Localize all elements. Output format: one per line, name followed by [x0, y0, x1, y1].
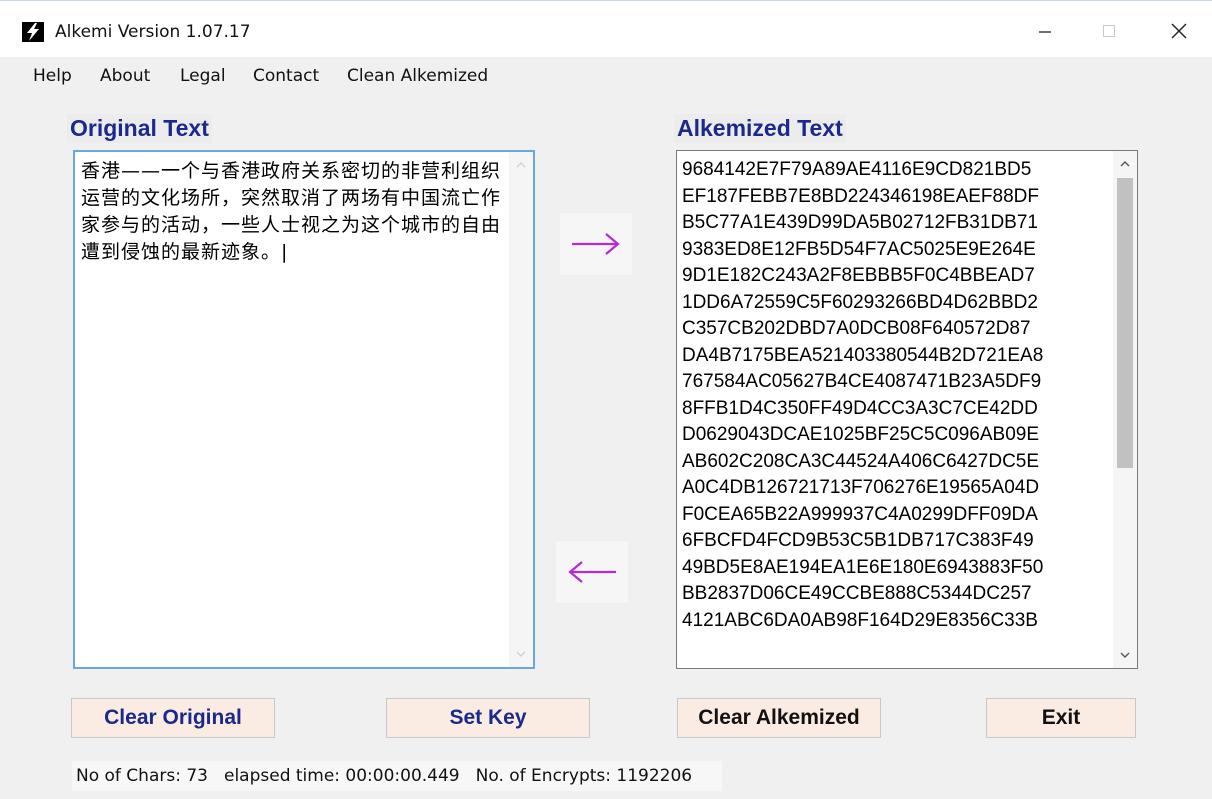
status-bar: No of Chars: 73 elapsed time: 00:00:00.4… — [72, 761, 722, 791]
elapsed-time: elapsed time: 00:00:00.449 — [223, 766, 460, 786]
maximize-button[interactable] — [1086, 11, 1132, 51]
alkemized-line: 9383ED8E12FB5D54F7AC5025E9E264E — [682, 238, 1036, 260]
alkemized-line: F0CEA65B22A999937C4A0299DFF09DA — [682, 503, 1038, 525]
clear-original-button[interactable]: Clear Original — [71, 698, 275, 738]
alkemized-text-content: 9684142E7F79A89AE4116E9CD821BD5 EF187FEBB… — [682, 157, 1112, 634]
menu-clean-alkemized[interactable]: Clean Alkemized — [347, 66, 488, 86]
menu-legal[interactable]: Legal — [180, 66, 226, 86]
scroll-up-icon[interactable] — [1113, 153, 1137, 175]
arrow-left-icon — [568, 561, 616, 583]
set-key-button[interactable]: Set Key — [386, 698, 590, 738]
alkemized-text-area[interactable]: 9684142E7F79A89AE4116E9CD821BD5 EF187FEBB… — [676, 150, 1138, 669]
alkemized-line: 6FBCFD4FCD9B53C5B1DB717C383F49 — [682, 530, 1034, 551]
menu-help[interactable]: Help — [33, 66, 72, 86]
alkemized-scrollbar[interactable] — [1113, 151, 1137, 668]
clear-alkemized-button[interactable]: Clear Alkemized — [677, 698, 881, 738]
alkemized-line: BB2837D06CE49CCBE888C5344DC257 — [682, 583, 1032, 604]
alkemized-line: B5C77A1E439D99DA5B02712FB31DB71 — [682, 212, 1038, 233]
minimize-button[interactable] — [1022, 11, 1068, 51]
alkemized-line: 1DD6A72559C5F60293266BD4D62BBD2 — [682, 291, 1038, 313]
alkemized-line: 9D1E182C243A2F8EBBB5F0C4BBEAD7 — [682, 265, 1035, 286]
window-title: Alkemi Version 1.07.17 — [55, 22, 251, 42]
alkemized-line: AB602C208CA3C44524A406C6427DC5E — [682, 450, 1040, 472]
encrypt-count: No. of Encrypts: 1192206 — [475, 766, 693, 786]
original-scrollbar[interactable] — [509, 152, 533, 667]
scroll-thumb[interactable] — [1117, 178, 1133, 468]
original-text-area[interactable]: 香港——一个与香港政府关系密切的非营利组织运营的文化场所，突然取消了两场有中国流… — [73, 150, 535, 669]
alkemized-line: 49BD5E8AE194EA1E6E180E6943883F50 — [682, 556, 1044, 578]
app-window: Alkemi Version 1.07.17 Help About Legal … — [0, 0, 1212, 799]
scroll-up-icon[interactable] — [509, 154, 533, 176]
alkemized-line: 4121ABC6DA0AB98F164D29E8356C33B — [682, 609, 1038, 631]
scroll-down-icon[interactable] — [1113, 644, 1137, 666]
minimize-icon — [1039, 31, 1051, 33]
close-button[interactable] — [1156, 11, 1202, 51]
alkemized-line: A0C4DB126721713F706276E19565A04D — [682, 477, 1040, 498]
alkemized-line: EF187FEBB7E8BD224346198EAEF88DF — [682, 185, 1039, 207]
close-icon — [1171, 23, 1187, 39]
arrow-right-icon — [572, 233, 620, 255]
decrypt-arrow-button[interactable] — [556, 541, 628, 603]
maximize-icon — [1103, 25, 1115, 37]
alkemized-line: 767584AC05627B4CE4087471B23A5DF9 — [682, 371, 1042, 392]
alkemized-text-label: Alkemized Text — [674, 114, 846, 143]
alkemized-line: DA4B7175BEA521403380544B2D721EA8 — [682, 344, 1044, 366]
alkemized-line: 8FFB1D4C350FF49D4CC3A3C7CE42DD — [682, 397, 1038, 419]
alkemized-line: D0629043DCAE1025BF25C5C096AB09E — [682, 424, 1040, 445]
menu-bar: Help About Legal Contact Clean Alkemized — [0, 57, 1212, 93]
char-count: No of Chars: 73 — [76, 766, 208, 786]
scroll-down-icon[interactable] — [509, 643, 533, 665]
app-lightning-icon — [22, 22, 44, 42]
original-text-label: Original Text — [67, 114, 212, 143]
encrypt-arrow-button[interactable] — [560, 213, 632, 275]
alkemized-line: C357CB202DBD7A0DCB08F640572D87 — [682, 318, 1031, 339]
menu-about[interactable]: About — [100, 66, 150, 86]
title-bar[interactable]: Alkemi Version 1.07.17 — [0, 1, 1212, 57]
alkemized-line: 9684142E7F79A89AE4116E9CD821BD5 — [682, 159, 1032, 180]
exit-button[interactable]: Exit — [986, 698, 1136, 738]
menu-contact[interactable]: Contact — [253, 66, 319, 86]
original-text-content: 香港——一个与香港政府关系密切的非营利组织运营的文化场所，突然取消了两场有中国流… — [81, 160, 502, 263]
